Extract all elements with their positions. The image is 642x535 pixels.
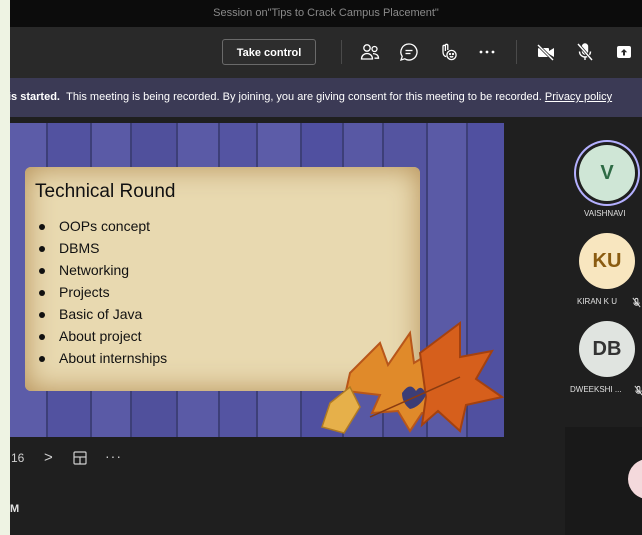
bullet-dot xyxy=(39,312,45,319)
participant-mic-off-icon xyxy=(633,383,642,396)
meeting-window: Session on"Tips to Crack Campus Placemen… xyxy=(10,0,642,535)
slide-bullet-item: OOPs concept xyxy=(39,215,167,237)
slide-bullet-text: Projects xyxy=(59,284,110,300)
participant-avatar: V xyxy=(579,145,635,201)
slide-title: Technical Round xyxy=(35,181,176,202)
title-bar: Session on"Tips to Crack Campus Placemen… xyxy=(10,0,642,27)
slide-bullet-text: About internships xyxy=(59,350,168,366)
reactions-icon[interactable] xyxy=(436,40,460,64)
participants-icon[interactable] xyxy=(358,40,382,64)
share-screen-icon[interactable] xyxy=(612,40,636,64)
toolbar-divider xyxy=(341,40,342,64)
participant-name: KIRAN K U xyxy=(577,297,618,306)
take-control-button[interactable]: Take control xyxy=(222,39,316,65)
self-avatar xyxy=(628,459,642,499)
recording-banner: is started. This meeting is being record… xyxy=(10,78,642,117)
slide-bullet-item: About internships xyxy=(39,347,167,369)
autumn-leaves-decoration xyxy=(321,321,504,434)
meeting-toolbar: Take control xyxy=(10,27,642,78)
slide-bullet-item: Networking xyxy=(39,259,167,281)
participant-tile[interactable]: V VAISHNAVI xyxy=(553,139,642,219)
toolbar-divider xyxy=(516,40,517,64)
bullet-dot xyxy=(39,246,45,253)
participant-avatar: DB xyxy=(579,321,635,377)
slide-bullet-item: Projects xyxy=(39,281,167,303)
participant-name: VAISHNAVI xyxy=(584,209,626,218)
bullet-dot xyxy=(39,290,45,297)
slide-bullet-text: DBMS xyxy=(59,240,100,256)
mic-off-icon[interactable] xyxy=(573,40,597,64)
slide-bullet-item: Basic of Java xyxy=(39,303,167,325)
slide-bullet-list: OOPs concept DBMS Networking Projects Ba… xyxy=(39,215,167,369)
recording-started-text: is started. xyxy=(10,91,60,103)
self-view-tile xyxy=(565,427,642,535)
slide-layout-icon[interactable] xyxy=(72,450,88,469)
slide-more-button[interactable]: ··· xyxy=(105,448,122,464)
camera-off-icon[interactable] xyxy=(534,40,558,64)
slide-bullet-item: About project xyxy=(39,325,167,347)
slide-bullet-text: Networking xyxy=(59,262,130,278)
chat-icon[interactable] xyxy=(397,40,421,64)
bullet-dot xyxy=(39,224,45,231)
participant-tile[interactable]: KU KIRAN K U xyxy=(553,227,642,308)
shared-slide: Technical Round OOPs concept DBMS Networ… xyxy=(10,123,504,437)
participant-name: DWEEKSHI ... xyxy=(570,385,622,394)
meeting-title: Session on"Tips to Crack Campus Placemen… xyxy=(213,7,439,19)
bullet-dot xyxy=(39,356,45,363)
recording-notice: is started. This meeting is being record… xyxy=(10,91,612,103)
bullet-dot xyxy=(39,268,45,275)
slide-bullet-text: OOPs concept xyxy=(59,218,151,234)
footer-label: M xyxy=(10,503,20,515)
next-slide-button[interactable]: > xyxy=(44,449,53,466)
slide-bullet-item: DBMS xyxy=(39,237,167,259)
recording-consent-text: This meeting is being recorded. By joini… xyxy=(66,91,542,103)
privacy-policy-link[interactable]: Privacy policy xyxy=(545,91,612,103)
participant-mic-off-icon xyxy=(631,295,642,308)
slide-bullet-text: Basic of Java xyxy=(59,306,143,322)
slide-bullet-text: About project xyxy=(59,328,142,344)
bullet-dot xyxy=(39,334,45,341)
participant-avatar: KU xyxy=(579,233,635,289)
participant-tile[interactable]: DB DWEEKSHI ... xyxy=(553,315,642,396)
shared-content-stage: Technical Round OOPs concept DBMS Networ… xyxy=(10,117,553,535)
slide-page-number: 16 xyxy=(11,451,25,465)
more-options-icon[interactable] xyxy=(475,40,499,64)
